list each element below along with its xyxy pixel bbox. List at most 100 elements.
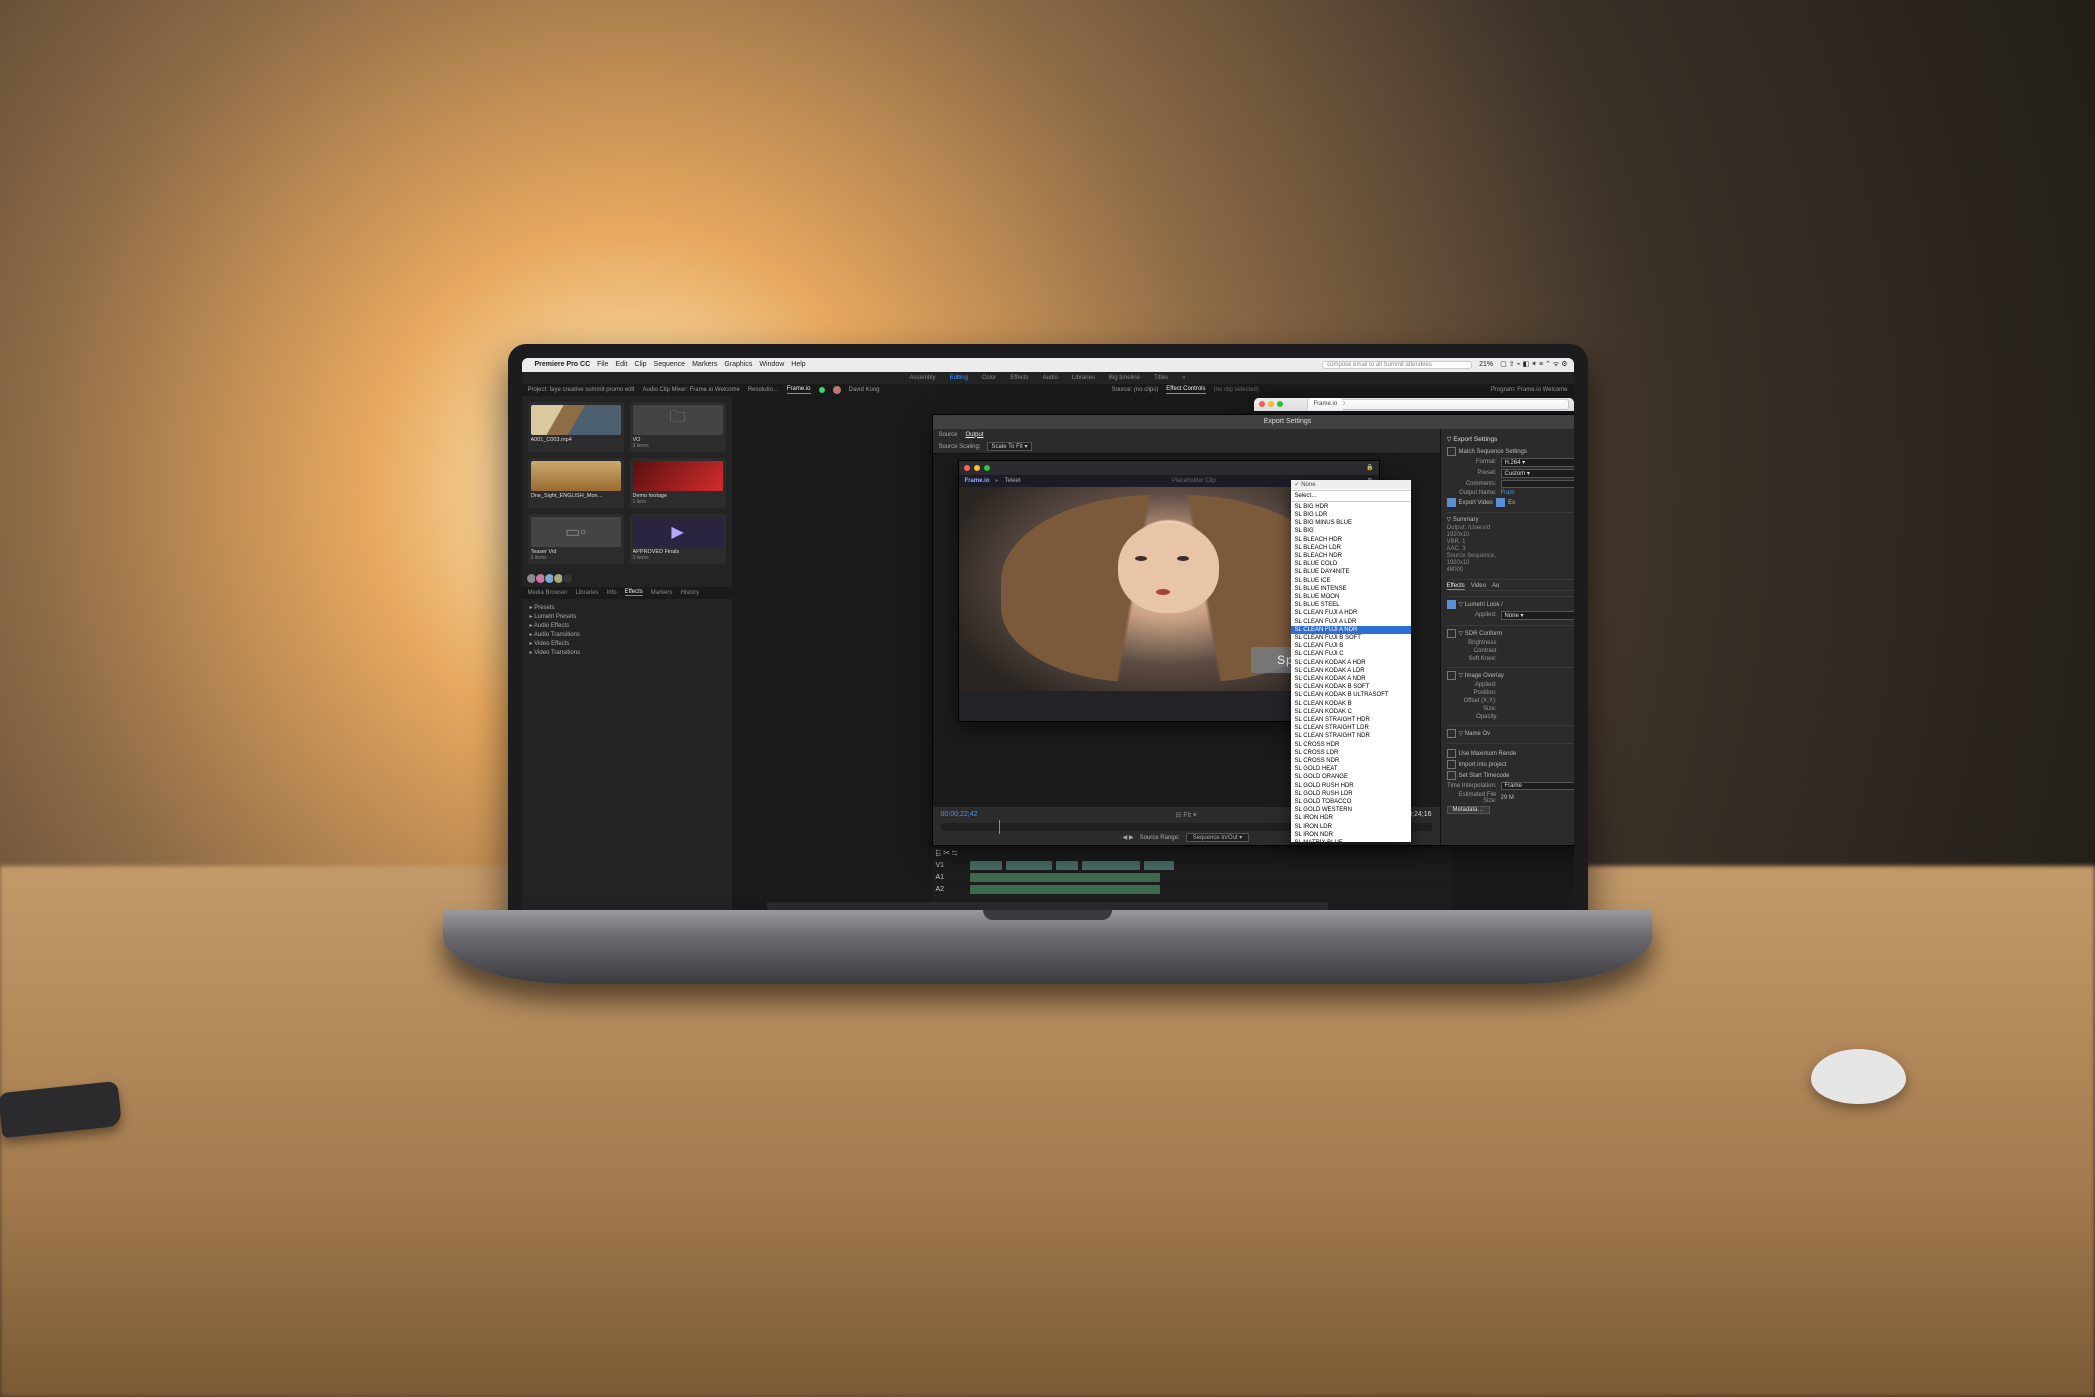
export-tab-video[interactable]: Video <box>1471 583 1486 590</box>
maximize-icon[interactable] <box>984 465 990 471</box>
menu-sequence[interactable]: Sequence <box>654 361 686 368</box>
src-range-dropdown[interactable]: Sequence In/Out ▾ <box>1186 833 1250 842</box>
lut-item[interactable]: SL BLUE COLD <box>1291 560 1411 568</box>
tab-resolution[interactable]: Resolutio… <box>748 387 779 393</box>
output-name-link[interactable]: Fram <box>1501 490 1574 496</box>
menu-markers[interactable]: Markers <box>692 361 717 368</box>
lut-item[interactable]: SL BLEACH LDR <box>1291 544 1411 552</box>
bin-item[interactable]: A001_C003.mp4 <box>528 402 624 452</box>
lut-item[interactable]: SL CROSS NDR <box>1291 757 1411 765</box>
lut-item[interactable]: SL GOLD HEAT <box>1291 765 1411 773</box>
lut-item[interactable]: SL IRON NDR <box>1291 831 1411 839</box>
menu-graphics[interactable]: Graphics <box>724 361 752 368</box>
ws-editing[interactable]: Editing <box>950 375 968 381</box>
lut-item[interactable]: SL BLUE DAY4NITE <box>1291 568 1411 576</box>
bin-item[interactable]: One_Sight_ENGLISH_Mon… <box>528 458 624 508</box>
lut-item[interactable]: SL CLEAN STRAIGHT HDR <box>1291 716 1411 724</box>
tc-in[interactable]: 00;00;22;42 <box>941 811 978 818</box>
lut-item[interactable]: SL BIG LDR <box>1291 511 1411 519</box>
lut-dropdown-trigger[interactable]: None ▾ <box>1501 611 1574 620</box>
ws-assembly[interactable]: Assembly <box>910 375 936 381</box>
lut-dropdown-menu[interactable]: ✓ None Select… SL BIG HDRSL BIG LDRSL BI… <box>1291 480 1411 842</box>
tab-info[interactable]: Info <box>607 590 617 596</box>
browser-max-icon[interactable] <box>1277 401 1283 407</box>
lut-item[interactable]: SL CLEAN KODAK A HDR <box>1291 659 1411 667</box>
collaborators[interactable] <box>522 570 732 587</box>
lut-item[interactable]: SL IRON HDR <box>1291 814 1411 822</box>
lut-item[interactable]: SL CLEAN STRAIGHT LDR <box>1291 724 1411 732</box>
lut-item[interactable]: SL CLEAN KODAK B <box>1291 700 1411 708</box>
export-tab-source[interactable]: Source <box>939 432 958 438</box>
lut-item[interactable]: SL MATRIX BLUE <box>1291 839 1411 841</box>
format-dropdown[interactable]: H.264 ▾ <box>1501 458 1574 467</box>
minimize-icon[interactable] <box>974 465 980 471</box>
bin-item[interactable]: ▶APPROVED Finals3 items <box>630 514 726 564</box>
set-start-checkbox[interactable] <box>1447 771 1456 780</box>
browser-min-icon[interactable] <box>1268 401 1274 407</box>
close-icon[interactable] <box>964 465 970 471</box>
lut-item[interactable]: SL CLEAN KODAK C <box>1291 708 1411 716</box>
ws-bigtimeline[interactable]: Big timeline <box>1109 375 1140 381</box>
lut-item[interactable]: SL CLEAN FUJI B <box>1291 642 1411 650</box>
menu-window[interactable]: Window <box>759 361 784 368</box>
export-tab-audio[interactable]: Au <box>1492 583 1499 590</box>
lut-item[interactable]: SL BLUE MOON <box>1291 593 1411 601</box>
export-video-checkbox[interactable] <box>1447 498 1456 507</box>
browser-tab[interactable]: Frame.io <box>1308 398 1344 411</box>
lut-item[interactable]: SL CLEAN FUJI A NDR <box>1291 626 1411 634</box>
export-titlebar[interactable]: Export Settings <box>933 415 1574 429</box>
ws-libraries[interactable]: Libraries <box>1072 375 1095 381</box>
browser-close-icon[interactable] <box>1259 401 1265 407</box>
ws-color[interactable]: Color <box>982 375 996 381</box>
lut-item[interactable]: SL BLUE ICE <box>1291 577 1411 585</box>
tab-effects-panel[interactable]: Effects <box>625 589 643 596</box>
lut-item[interactable]: SL BLEACH NDR <box>1291 552 1411 560</box>
match-seq-checkbox[interactable] <box>1447 447 1456 456</box>
lut-item[interactable]: SL BLEACH HDR <box>1291 536 1411 544</box>
menu-edit[interactable]: Edit <box>615 361 627 368</box>
lut-item[interactable]: SL CLEAN FUJI A HDR <box>1291 609 1411 617</box>
ws-audio[interactable]: Audio <box>1043 375 1058 381</box>
metadata-button[interactable]: Metadata… <box>1447 806 1490 814</box>
browser-urlbar[interactable]: app.frame.io <box>1307 399 1569 410</box>
lut-item[interactable]: SL GOLD RUSH HDR <box>1291 782 1411 790</box>
tab-history[interactable]: History <box>680 590 699 596</box>
lut-item[interactable]: SL CROSS LDR <box>1291 749 1411 757</box>
menu-help[interactable]: Help <box>791 361 805 368</box>
bin-item[interactable]: ▭▫Teaser Vid3 items <box>528 514 624 564</box>
frameio-project[interactable]: Teleet <box>1005 478 1021 484</box>
tab-markers[interactable]: Markers <box>651 590 673 596</box>
tab-audiomixer[interactable]: Audio Clip Mixer: Frame.io Welcome <box>643 387 740 393</box>
lut-item[interactable]: SL GOLD ORANGE <box>1291 773 1411 781</box>
usemax-checkbox[interactable] <box>1447 749 1456 758</box>
lut-item[interactable]: SL BIG MINUS BLUE <box>1291 519 1411 527</box>
tab-media-browser[interactable]: Media Browser <box>528 590 568 596</box>
ws-titles[interactable]: Titles <box>1154 375 1168 381</box>
lumetri-checkbox[interactable] <box>1447 600 1456 609</box>
menu-file[interactable]: File <box>597 361 608 368</box>
lut-item[interactable]: SL IRON LDR <box>1291 823 1411 831</box>
workspace-switcher[interactable]: Assembly Editing Color Effects Audio Lib… <box>522 372 1574 384</box>
export-tab-effects[interactable]: Effects <box>1447 583 1465 590</box>
lut-item[interactable]: SL CLEAN KODAK B SOFT <box>1291 683 1411 691</box>
lut-item[interactable]: SL CLEAN KODAK A LDR <box>1291 667 1411 675</box>
sdr-checkbox[interactable] <box>1447 629 1456 638</box>
export-settings-window[interactable]: Export Settings Source Output Source Sca… <box>932 414 1574 846</box>
time-interp-dropdown[interactable]: Frame <box>1501 782 1574 790</box>
lut-item[interactable]: SL CLEAN FUJI B SOFT <box>1291 634 1411 642</box>
ws-overflow-icon[interactable]: » <box>1182 375 1185 381</box>
user-avatar[interactable] <box>833 386 841 394</box>
bin-item[interactable]: Demo footage1 item <box>630 458 726 508</box>
lut-item[interactable]: SL CLEAN FUJI A LDR <box>1291 618 1411 626</box>
menu-clip[interactable]: Clip <box>634 361 646 368</box>
lut-item[interactable]: SL GOLD WESTERN <box>1291 806 1411 814</box>
lut-item[interactable]: SL BLUE STEEL <box>1291 601 1411 609</box>
lut-item[interactable]: SL CLEAN STRAIGHT NDR <box>1291 732 1411 740</box>
tab-libraries[interactable]: Libraries <box>576 590 599 596</box>
preset-dropdown[interactable]: Custom ▾ <box>1501 469 1574 478</box>
lut-item[interactable]: SL BLUE INTENSE <box>1291 585 1411 593</box>
ws-effects[interactable]: Effects <box>1010 375 1028 381</box>
tab-program[interactable]: Program: Frame.io Welcome <box>1491 387 1568 393</box>
tab-source[interactable]: Source: (no clips) <box>1112 387 1159 393</box>
img-overlay-checkbox[interactable] <box>1447 671 1456 680</box>
